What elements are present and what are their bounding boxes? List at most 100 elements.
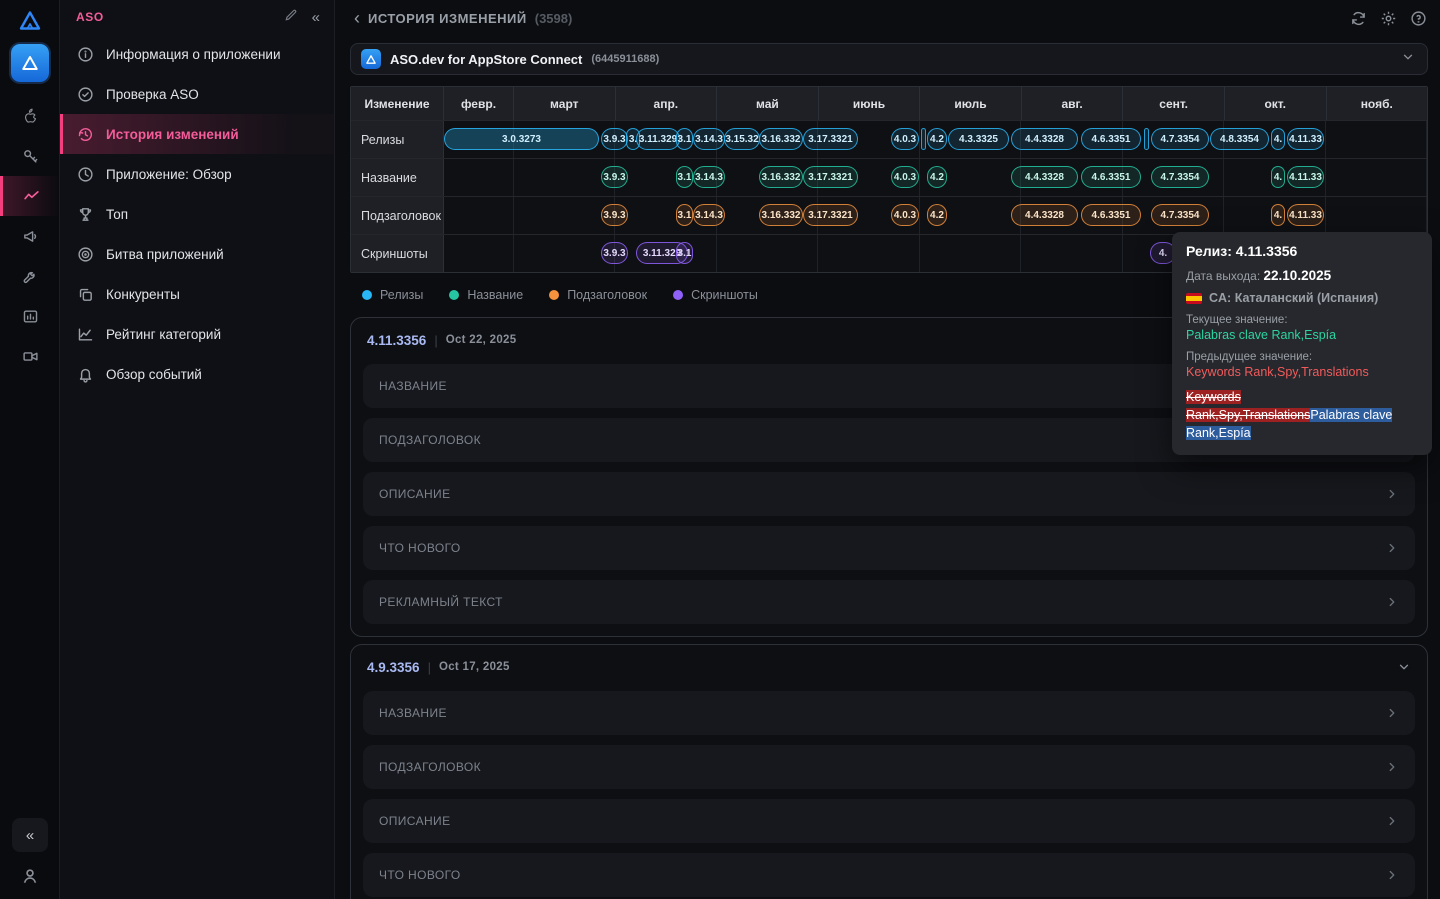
copy-icon [76,285,94,303]
version-pill[interactable]: 3.15.32 [724,128,760,150]
rail-item-megaphone[interactable] [0,216,60,256]
version-pill[interactable]: 4.2 [927,128,947,150]
version-pill[interactable]: 4.4.3328 [1011,204,1078,226]
rail-item-video[interactable] [0,336,60,376]
sidebar-item-check-circle[interactable]: Проверка ASO [60,74,334,114]
field-label: ЧТО НОВОГО [379,868,461,882]
field-row-ПОДЗАГОЛОВОК[interactable]: ПОДЗАГОЛОВОК [363,745,1415,789]
version-pill[interactable]: 4.3.3325 [948,128,1009,150]
sidebar-collapse-icon[interactable]: « [312,9,320,26]
release-version[interactable]: 4.9.3356 [367,660,420,675]
version-pill[interactable]: 3.16.332 [759,204,803,226]
version-pill[interactable]: 3.17.3321 [803,204,858,226]
sidebar-item-chart-line[interactable]: Рейтинг категорий [60,314,334,354]
sidebar-item-info[interactable]: Информация о приложении [60,34,334,74]
row-label: Скриншоты [351,235,444,272]
version-pill[interactable]: 3.11.329 [636,128,680,150]
legend-item[interactable]: Название [449,288,523,302]
version-pill[interactable]: 4. [1271,166,1285,188]
version-pill[interactable]: 4.4.3328 [1011,128,1078,150]
field-row-ЧТО НОВОГО[interactable]: ЧТО НОВОГО [363,853,1415,897]
app-selector[interactable]: ASO.dev for AppStore Connect (6445911688… [350,43,1428,75]
sidebar: ASO « Информация о приложенииПроверка AS… [60,0,335,899]
sidebar-item-target[interactable]: Битва приложений [60,234,334,274]
legend-item[interactable]: Скриншоты [673,288,758,302]
version-pill[interactable]: 3.14.3 [693,128,725,150]
version-pill[interactable]: 4.0.3 [891,166,919,188]
version-pill[interactable] [921,128,926,150]
settings-gear-icon[interactable] [1378,8,1398,28]
sidebar-item-trophy[interactable]: Топ [60,194,334,234]
version-pill[interactable] [1144,128,1149,150]
grid-cell [444,235,514,272]
legend-item[interactable]: Релизы [362,288,423,302]
back-chevron-icon[interactable]: ‹ [354,9,360,27]
version-pill[interactable]: 4.8.3354 [1210,128,1269,150]
field-row-ЧТО НОВОГО[interactable]: ЧТО НОВОГО [363,526,1415,570]
edit-pencil-icon[interactable] [284,8,298,27]
rail-collapse-button[interactable]: « [12,818,48,852]
help-icon[interactable] [1408,8,1428,28]
version-pill[interactable]: 4.2 [927,166,947,188]
version-pill[interactable]: 3.1 [676,128,693,150]
version-pill[interactable]: 4.7.3354 [1151,166,1209,188]
sidebar-item-bell[interactable]: Обзор событий [60,354,334,394]
bar-chart-icon [22,308,39,325]
field-row-НАЗВАНИЕ[interactable]: НАЗВАНИЕ [363,691,1415,735]
tooltip-previous-value: Keywords Rank,Spy,Translations [1186,365,1418,379]
version-pill[interactable]: 3.17.3321 [803,128,858,150]
version-pill[interactable]: 4.4.3328 [1011,166,1078,188]
version-pill[interactable]: 3.9.3 [601,166,628,188]
version-pill[interactable]: 3.1 [676,166,693,188]
version-pill[interactable]: 4.7.3354 [1151,128,1209,150]
current-app-icon[interactable] [11,44,49,82]
version-pill[interactable]: 4.7.3354 [1151,204,1209,226]
release-card-header[interactable]: 4.9.3356|Oct 17, 2025 [363,653,1415,681]
sidebar-item-copy[interactable]: Конкуренты [60,274,334,314]
version-pill[interactable]: 3.1 [676,204,693,226]
sidebar-item-label: Приложение: Обзор [106,167,232,182]
version-pill[interactable]: 3.17.3321 [803,166,858,188]
version-pill[interactable]: 3.14.3 [693,204,725,226]
version-pill[interactable]: 4.0.3 [891,204,919,226]
field-label: НАЗВАНИЕ [379,706,447,720]
legend-item[interactable]: Подзаголовок [549,288,647,302]
rail-item-line-chart[interactable] [0,176,60,216]
rail-item-wrench[interactable] [0,256,60,296]
version-pill[interactable]: 4. [1271,128,1285,150]
check-circle-icon [76,85,94,103]
field-row-ОПИСАНИЕ[interactable]: ОПИСАНИЕ [363,799,1415,843]
version-pill[interactable]: 4.6.3351 [1081,166,1141,188]
tooltip-release-title: Релиз: 4.11.3356 [1186,243,1418,259]
release-version[interactable]: 4.11.3356 [367,333,426,348]
version-pill[interactable]: 4.11.33 [1287,166,1324,188]
chevron-down-icon[interactable] [1397,660,1411,674]
version-pill[interactable]: 3.16.332 [759,128,803,150]
rail-item-apple[interactable] [0,96,60,136]
field-row-РЕКЛАМНЫЙ ТЕКСТ[interactable]: РЕКЛАМНЫЙ ТЕКСТ [363,580,1415,624]
version-pill[interactable]: 3.9.3 [601,242,628,264]
rail-item-bar-chart[interactable] [0,296,60,336]
version-pill[interactable]: 3.14.3 [693,166,725,188]
version-pill[interactable]: 3.1 [676,242,693,264]
version-pill[interactable]: 4.2 [927,204,947,226]
version-pill[interactable]: 4.0.3 [891,128,919,150]
column-header-month: нояб. [1327,87,1428,120]
user-icon[interactable] [20,866,40,891]
version-pill[interactable]: 3.9.3 [601,204,628,226]
version-pill[interactable]: 3.16.332 [759,166,803,188]
version-pill[interactable]: 4.6.3351 [1081,128,1141,150]
version-pill[interactable]: 4.11.33 [1287,204,1324,226]
chevron-right-icon [1385,868,1399,882]
version-pill[interactable]: 4.11.33 [1287,128,1324,150]
field-row-ОПИСАНИЕ[interactable]: ОПИСАНИЕ [363,472,1415,516]
rail-item-key[interactable] [0,136,60,176]
version-pill[interactable]: 4.6.3351 [1081,204,1141,226]
version-pill[interactable]: 3.9.3 [601,128,628,150]
version-pill[interactable]: 4. [1271,204,1285,226]
refresh-icon[interactable] [1348,8,1368,28]
version-pill[interactable]: 3.0.3273 [444,128,599,150]
sidebar-item-clock[interactable]: Приложение: Обзор [60,154,334,194]
sidebar-item-history[interactable]: История изменений [60,114,334,154]
field-label: ПОДЗАГОЛОВОК [379,760,481,774]
